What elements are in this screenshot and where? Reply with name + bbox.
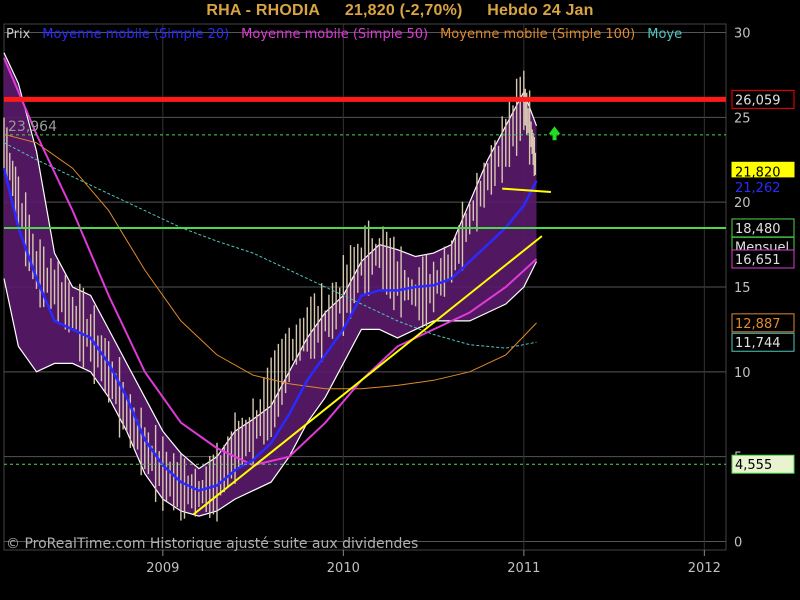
x-tick-label: 2012 — [688, 561, 721, 576]
y-tick-label: 20 — [734, 196, 751, 211]
legend-item: Prix — [6, 27, 31, 42]
legend-item: Moyenne mobile (Simple 50) — [241, 27, 428, 42]
legend-item: Moyenne mobile (Simple 20) — [42, 27, 229, 42]
price-tag-label: 11,744 — [735, 336, 781, 351]
x-tick-label: 2011 — [507, 561, 540, 576]
watermark-text: © ProRealTime.com Historique ajusté suit… — [6, 536, 418, 552]
x-tick-label: 2010 — [327, 561, 360, 576]
y-tick-label: 25 — [734, 111, 751, 126]
legend-item: Moye — [647, 27, 682, 42]
y-tick-label: 15 — [734, 281, 751, 296]
x-tick-label: 2009 — [146, 561, 179, 576]
price-tag-label: 4,555 — [735, 458, 772, 473]
legend-item: Moyenne mobile (Simple 100) — [440, 27, 635, 42]
chart-stage: RHA - RHODIA 21,820 (-2,70%) Hebdo 24 Ja… — [0, 0, 800, 600]
price-tag-label: 21,262 — [735, 181, 781, 196]
envelope-band — [4, 52, 537, 517]
left-level-label: 23,964 — [8, 119, 57, 135]
price-tag-label: 16,651 — [735, 253, 781, 268]
price-tag-label: 26,059 — [735, 93, 781, 108]
y-tick-label: 0 — [734, 536, 742, 551]
price-tag-label: 12,887 — [735, 317, 781, 332]
y-tick-label: 10 — [734, 366, 751, 381]
y-tick-label: 30 — [734, 26, 751, 41]
price-tag-label: 18,480 — [735, 222, 781, 237]
price-chart: 0510152025302009201020112012PrixMoyenne … — [2, 23, 795, 576]
up-arrow-icon — [548, 126, 561, 141]
